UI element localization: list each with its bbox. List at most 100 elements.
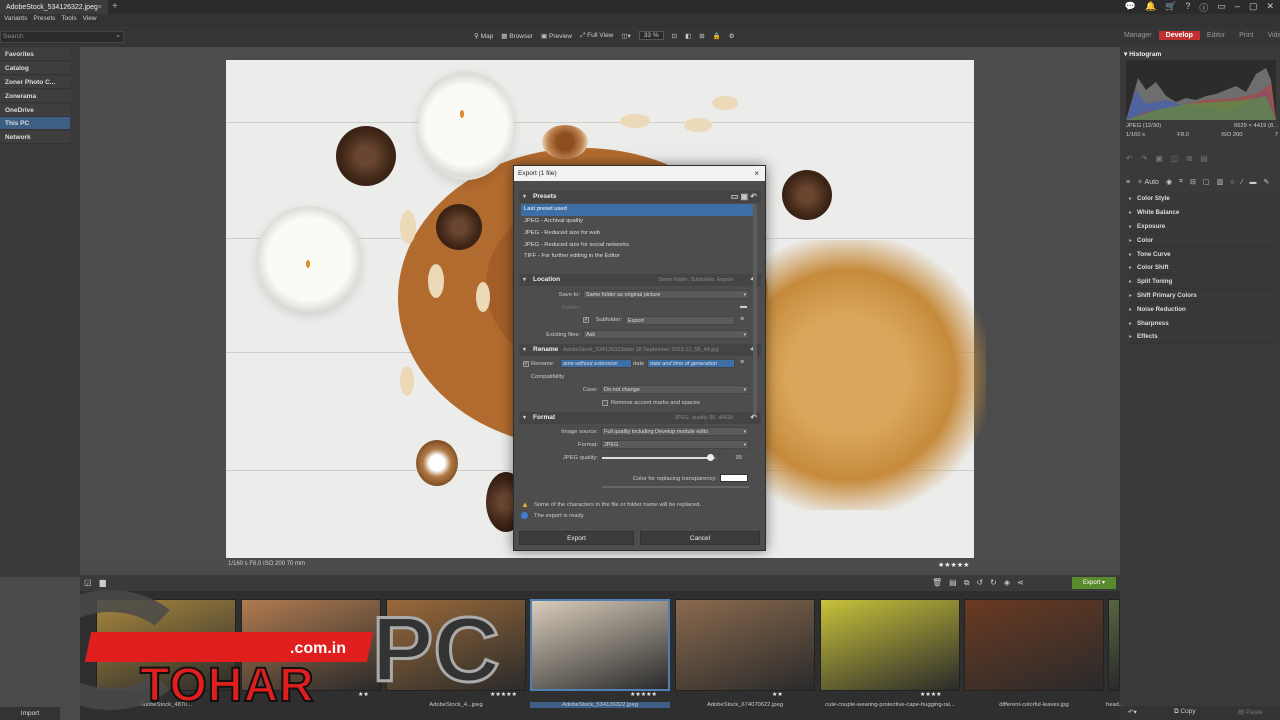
circle-icon[interactable]: ○	[1230, 179, 1234, 186]
zoom-field[interactable]: 33 %	[638, 31, 664, 40]
minimize-icon[interactable]: –	[1235, 1, 1240, 14]
paste-button[interactable]: ▤ Paste	[1238, 708, 1263, 716]
auto-button[interactable]: ✧ Auto	[1137, 178, 1159, 186]
tab-print[interactable]: Print	[1232, 31, 1260, 40]
tools-icon[interactable]: ⚙	[729, 32, 735, 40]
menu-tools[interactable]: Tools	[61, 15, 76, 22]
tab-develop[interactable]: Develop	[1158, 31, 1200, 40]
case-select[interactable]: Do not change ▾	[601, 385, 749, 394]
maximize-icon[interactable]: ▢	[1249, 1, 1258, 14]
compare-icon[interactable]: ◫	[1171, 154, 1179, 164]
panel-tone-curve[interactable]: ▸ Tone Curve	[1129, 248, 1279, 262]
menu-icon[interactable]: ≡	[740, 316, 744, 323]
tab-editor[interactable]: Editor	[1200, 31, 1232, 40]
tag-icon[interactable]: ◈	[1004, 578, 1010, 588]
monitor-icon[interactable]: ▭	[1217, 1, 1226, 14]
preset-item[interactable]: JPEG - Reduced size for web	[521, 228, 753, 240]
nav-favorites[interactable]: Favorites	[0, 48, 70, 61]
fit-icon[interactable]: ⊡	[672, 32, 677, 40]
brush-icon[interactable]: ⁄	[1241, 179, 1242, 186]
camera-icon[interactable]: ◉	[1166, 178, 1172, 186]
undo-icon[interactable]: ↶▾	[1128, 708, 1137, 716]
search-icon[interactable]: ⌕	[116, 32, 120, 42]
photo-rating[interactable]: ★★★★★	[938, 561, 969, 569]
panel-white-balance[interactable]: ▸ White Balance	[1129, 206, 1279, 220]
menu-presets[interactable]: Presets	[33, 15, 55, 22]
import-button[interactable]: Import	[0, 707, 60, 720]
nav-zonerama[interactable]: Zonerama	[0, 90, 70, 103]
document-tab[interactable]: AdobeStock_534126322.jpeg ×	[0, 0, 108, 14]
thumbnail[interactable]	[964, 599, 1104, 691]
panel-exposure[interactable]: ▸ Exposure	[1129, 220, 1279, 234]
panel-noise-reduction[interactable]: ▸ Noise Reduction	[1129, 303, 1279, 317]
snapshot-icon[interactable]: ▣	[1155, 154, 1163, 164]
rotate-right-icon[interactable]: ↻	[990, 578, 997, 588]
cancel-button[interactable]: Cancel	[640, 531, 760, 545]
thumbnail[interactable]	[1108, 599, 1120, 691]
thumbnail-selected[interactable]	[530, 599, 670, 691]
preset-item[interactable]: JPEG - Archival quality	[521, 216, 753, 228]
full-view-button[interactable]: ⤢ Full View	[580, 32, 613, 40]
jpeg-quality-slider[interactable]	[602, 454, 716, 461]
pen-icon[interactable]: ✎	[1264, 178, 1270, 186]
menu-icon[interactable]: ≡	[1126, 179, 1130, 186]
histogram-header[interactable]: ▾ Histogram	[1124, 50, 1161, 58]
jpeg-quality-handle[interactable]	[706, 454, 714, 461]
help-icon[interactable]: ?	[1185, 1, 1190, 14]
panel-shift-primary-colors[interactable]: ▸ Shift Primary Colors	[1129, 289, 1279, 303]
map-button[interactable]: ⚲ Map	[474, 32, 493, 40]
preset-item[interactable]: TIFF - For further editing in the Editor	[521, 251, 753, 263]
search-input[interactable]: Search ⌕	[0, 31, 124, 43]
image-source-select[interactable]: Full quality including Develop module ed…	[601, 427, 749, 436]
folder-icon[interactable]: ▆	[100, 578, 106, 587]
location-section-header[interactable]: ▾ Location Same folder, Subfolder: Expor…	[519, 274, 761, 286]
gradient-icon[interactable]: ▬	[1250, 179, 1257, 186]
thumbnail-rating[interactable]: ★★★★★	[630, 691, 657, 698]
rename-section-header[interactable]: ▾ Rename AdobeStock_534126322date 18 Sep…	[519, 344, 761, 356]
tab-close-icon[interactable]: ×	[98, 4, 102, 11]
rename-token-name[interactable]: ame without extension	[560, 359, 632, 368]
panel-color-style[interactable]: ▸ Color Style	[1129, 192, 1279, 206]
thumbnail[interactable]	[820, 599, 960, 691]
panel-split-toning[interactable]: ▸ Split Toning	[1129, 275, 1279, 289]
chat-icon[interactable]: 💬	[1125, 1, 1136, 14]
subfolder-checkbox[interactable]: ✓	[583, 317, 589, 323]
existing-files-select[interactable]: Ask ▾	[583, 330, 749, 339]
menu-view[interactable]: View	[83, 15, 97, 22]
redo-icon[interactable]: ↷	[1141, 154, 1148, 164]
paste-settings-icon[interactable]: ▤	[1200, 154, 1208, 164]
transparency-color-swatch[interactable]	[720, 474, 748, 482]
lines-icon[interactable]: ⊟	[1190, 178, 1196, 186]
layout-icon[interactable]: ◲	[84, 578, 92, 587]
panel-color[interactable]: ▸ Color	[1129, 234, 1279, 248]
nav-onedrive[interactable]: OneDrive	[0, 104, 70, 117]
folder-browse-icon[interactable]: ▬	[740, 303, 747, 310]
rename-checkbox[interactable]: ✓	[523, 361, 529, 367]
preset-tools-icons[interactable]: ▭ ▣ ↶	[731, 191, 757, 203]
menu-variants[interactable]: Variants	[4, 15, 27, 22]
nav-network[interactable]: Network	[0, 131, 70, 144]
tab-video[interactable]: Video	[1261, 31, 1280, 40]
format-select[interactable]: JPEG ▾	[601, 440, 749, 449]
nav-this-pc[interactable]: This PC	[0, 117, 70, 130]
preset-item[interactable]: Last preset used	[521, 204, 753, 216]
filmstrip-export-button[interactable]: Export ▾	[1072, 577, 1116, 589]
preset-item[interactable]: JPEG - Reduced size for social networks	[521, 240, 753, 252]
nav-catalog[interactable]: Catalog	[0, 62, 70, 75]
delete-icon[interactable]: 🗑	[932, 578, 942, 588]
dialog-close-icon[interactable]: ×	[754, 166, 759, 181]
undo-icon[interactable]: ↶	[1126, 154, 1133, 164]
zoom-mode-icon[interactable]: ◫▾	[621, 32, 630, 40]
jpeg-quality-value[interactable]: 95	[728, 455, 742, 461]
lock-icon[interactable]: 🔒	[713, 32, 721, 40]
save-to-select[interactable]: Same folder as original picture ▾	[583, 290, 749, 299]
copy-settings-icon[interactable]: ⧉	[1187, 154, 1193, 164]
close-window-icon[interactable]: ✕	[1266, 1, 1274, 14]
rename-token-date[interactable]: date and time of generation	[647, 359, 735, 368]
tab-manager[interactable]: Manager	[1117, 31, 1159, 40]
preview-button[interactable]: ▣ Preview	[541, 32, 572, 40]
subfolder-input[interactable]: Export	[625, 316, 735, 325]
grid-icon[interactable]: ⊞	[699, 32, 704, 40]
share-icon[interactable]: ⋖	[1017, 578, 1024, 588]
info-icon[interactable]: ⓘ	[1199, 1, 1208, 14]
